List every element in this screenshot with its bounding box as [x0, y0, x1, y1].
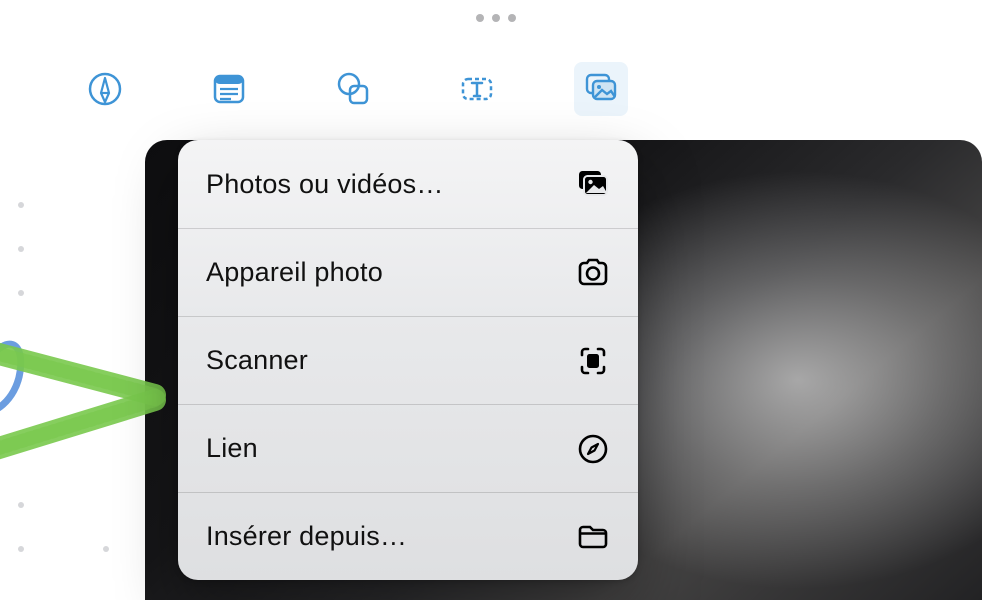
menu-item-scanner[interactable]: Scanner [178, 316, 638, 404]
menu-item-label: Photos ou vidéos… [206, 169, 444, 200]
guide-dot [18, 246, 24, 252]
guide-dot [18, 202, 24, 208]
menu-item-photos-videos[interactable]: Photos ou vidéos… [178, 140, 638, 228]
tool-pen[interactable] [78, 62, 132, 116]
shapes-icon [333, 69, 373, 109]
menu-item-camera[interactable]: Appareil photo [178, 228, 638, 316]
guide-dot [18, 290, 24, 296]
appearance-toolbar [78, 62, 628, 116]
tool-media[interactable] [574, 62, 628, 116]
folder-icon [576, 520, 610, 554]
dot-icon [476, 14, 484, 22]
tool-text-block[interactable] [202, 62, 256, 116]
media-icon [581, 69, 621, 109]
photo-stack-icon [576, 167, 610, 201]
menu-item-label: Lien [206, 433, 258, 464]
menu-item-label: Appareil photo [206, 257, 383, 288]
text-block-icon [209, 69, 249, 109]
camera-icon [576, 256, 610, 290]
compass-icon [576, 432, 610, 466]
guide-dot [18, 546, 24, 552]
tool-text-box[interactable] [450, 62, 504, 116]
menu-item-link[interactable]: Lien [178, 404, 638, 492]
text-box-icon [457, 69, 497, 109]
tool-shapes[interactable] [326, 62, 380, 116]
dot-icon [508, 14, 516, 22]
pen-icon [85, 69, 125, 109]
insert-popover: Photos ou vidéos… Appareil photo Sca [178, 140, 638, 580]
guide-dot [103, 546, 109, 552]
window-drag-handle[interactable] [476, 14, 516, 22]
dot-icon [492, 14, 500, 22]
handwriting-scribble [0, 300, 190, 500]
guide-dot [18, 502, 24, 508]
menu-item-label: Scanner [206, 345, 308, 376]
menu-item-label: Insérer depuis… [206, 521, 407, 552]
scan-icon [576, 344, 610, 378]
menu-item-insert-from[interactable]: Insérer depuis… [178, 492, 638, 580]
